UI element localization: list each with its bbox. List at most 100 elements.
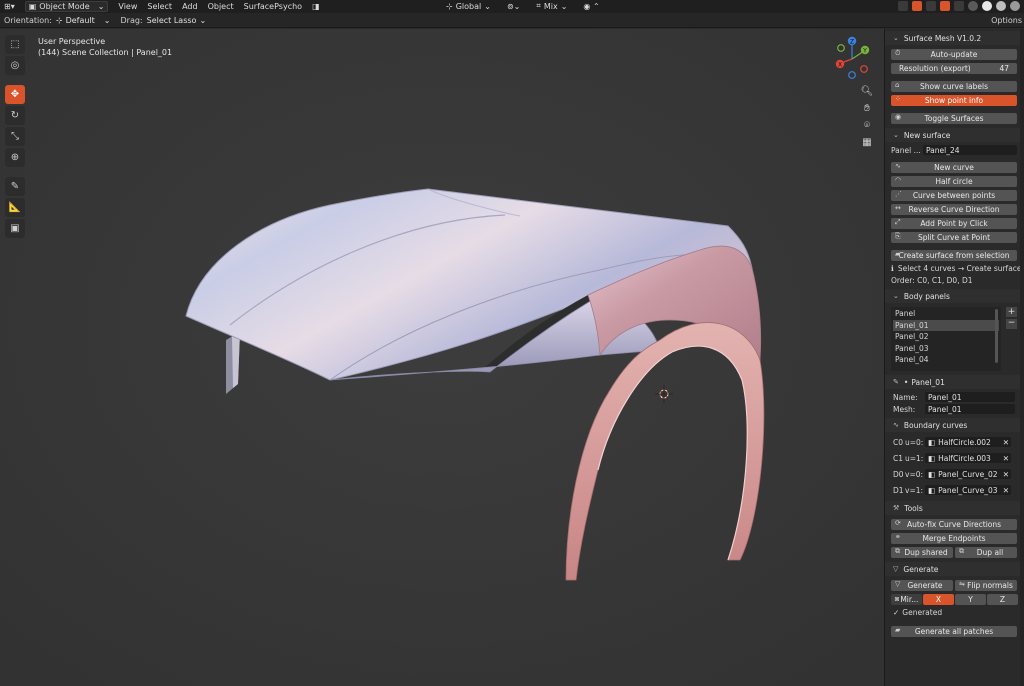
boundary-c1-field[interactable]: ◧ HalfCircle.003 ✕ [925,453,1011,463]
remove-panel-icon[interactable]: − [1006,319,1017,329]
camera-icon[interactable]: ⌾ [860,118,874,132]
selected-panel-header[interactable]: ✎ • Panel_01 [885,375,1024,389]
measure-tool-icon[interactable]: 📐 [5,198,25,217]
overlay-toggle-icon[interactable] [940,1,950,11]
visibility-icon[interactable] [898,1,908,11]
boundary-d0-field[interactable]: ◧ Panel_Curve_02 ✕ [925,469,1011,479]
xray-icon[interactable] [954,1,964,11]
menu-object[interactable]: Object [208,2,234,11]
select-hint: Select 4 curves → Create surface [897,263,1022,273]
proportional-edit-icon[interactable]: ◉ ⌃ [583,1,599,11]
show-curve-labels-button[interactable]: ⌂ Show curve labels [891,80,1017,92]
name-input[interactable]: Panel_01 [925,392,1015,402]
new-surface-section[interactable]: ⌄ New surface [885,128,1024,142]
curve-between-points-button[interactable]: ⋰ Curve between points [891,189,1017,201]
gizmo-toggle-icon[interactable] [912,1,922,11]
close-icon[interactable]: ✕ [1003,470,1009,479]
3d-viewport[interactable]: User Perspective (144) Scene Collection … [0,29,884,686]
close-icon[interactable]: ✕ [1003,438,1009,447]
resolution-field[interactable]: Resolution (export) 47 [891,62,1017,74]
orientation-dropdown[interactable]: ⊹ Default ⌄ [56,16,111,25]
half-circle-button[interactable]: ◠ Half circle [891,175,1017,187]
snap-icon: ⌗ [536,1,541,10]
curve-object-icon: ◧ [928,469,936,479]
mirror-y-toggle[interactable]: Y [955,593,986,605]
overlay-dropdown-icon[interactable] [926,1,936,11]
merge-endpoints-button[interactable]: ⚭ Merge Endpoints [891,532,1017,544]
list-item[interactable]: Panel_04 [893,354,999,366]
mesh-label: Mesh: [893,404,916,414]
boundary-row: D1 v=1: ◧ Panel_Curve_03 ✕ [893,485,1011,495]
dup-shared-button[interactable]: ⧉ Dup shared [891,546,953,558]
scale-tool-icon[interactable]: ⤡ [5,127,25,146]
list-scrollbar[interactable] [995,309,998,363]
flip-normals-button[interactable]: ⇋ Flip normals [955,579,1017,591]
add-point-by-click-button[interactable]: ⤢ Add Point by Click [891,217,1017,229]
mirror-z-toggle[interactable]: Z [987,593,1018,605]
mirror-x-toggle[interactable]: X [923,593,954,605]
arc-icon: ◠ [895,175,902,184]
add-panel-icon[interactable]: + [1006,307,1017,317]
snap-dropdown[interactable]: ⌗ Mix ⌄ [536,1,567,11]
pan-hand-icon[interactable]: ✋︎ [860,101,874,115]
options-button[interactable]: Options [991,16,1022,25]
split-curve-button[interactable]: ⎘ Split Curve at Point [891,231,1017,243]
info-icon: ℹ [891,263,894,273]
auto-fix-button[interactable]: ⟳ Auto-fix Curve Directions [891,518,1017,530]
navigation-gizmo[interactable]: Z Y X [833,35,873,81]
boundary-c0-field[interactable]: ◧ HalfCircle.002 ✕ [925,437,1011,447]
body-panels-section[interactable]: ⌄ Body panels [885,289,1024,303]
cursor-tool-icon[interactable]: ◎ [5,56,25,75]
car-body-model[interactable] [0,29,884,686]
list-item[interactable]: Panel_02 [893,331,999,343]
move-tool-icon[interactable]: ✥ [5,85,25,104]
boundary-curves-section[interactable]: ∿ Boundary curves [885,418,1024,432]
dup-all-button[interactable]: ⧉ Dup all [955,546,1017,558]
create-surface-button[interactable]: ▰ Create surface from selection [891,249,1017,261]
grid-perspective-icon[interactable]: ▦ [860,135,874,149]
zoom-icon[interactable]: 🔍︎ [860,84,874,98]
material-shading-icon[interactable] [996,1,1006,11]
pivot-icon[interactable]: ⊚⌄ [507,1,520,11]
duplicate-icon: ⧉ [895,546,900,555]
select-tool-icon[interactable]: ⬚ [5,35,25,54]
menu-select[interactable]: Select [147,2,172,11]
generate-section[interactable]: ▽ Generate [885,562,1024,576]
curve-object-icon: ◧ [928,453,936,463]
auto-update-button[interactable]: ⏱ Auto-update [891,48,1017,60]
close-icon[interactable]: ✕ [1003,486,1009,495]
mode-dropdown[interactable]: ▣ Object Mode ⌄ [24,1,109,12]
list-item[interactable]: Panel [893,308,999,320]
generate-icon: ▽ [895,579,901,588]
solid-shading-icon[interactable] [982,1,992,11]
annotate-tool-icon[interactable]: ✎ [5,177,25,196]
boundary-d1-field[interactable]: ◧ Panel_Curve_03 ✕ [925,485,1011,495]
rendered-shading-icon[interactable] [1010,1,1020,11]
generate-all-patches-button[interactable]: ▰ Generate all patches [891,625,1017,637]
close-icon[interactable]: ✕ [1003,454,1009,463]
list-item[interactable]: Panel_03 [893,343,999,355]
menu-surfacepsycho[interactable]: SurfacePsycho [244,2,302,11]
rotate-tool-icon[interactable]: ↻ [5,106,25,125]
mesh-input[interactable]: Panel_01 [925,404,1015,414]
panel-name-input[interactable]: Panel_24 [923,145,1017,155]
addon-header[interactable]: ⌄ Surface Mesh V1.0.2 [885,31,1024,45]
tool-settings-bar: Orientation: ⊹ Default ⌄ Drag: Select La… [0,13,1024,28]
transform-tool-icon[interactable]: ⊕ [5,148,25,167]
toggle-surfaces-button[interactable]: ◉ Toggle Surfaces [891,112,1017,124]
menu-add[interactable]: Add [182,2,198,11]
list-item[interactable]: Panel_01 [893,319,999,331]
tools-section[interactable]: ⚒ Tools [885,501,1024,515]
editor-type-icon[interactable]: ⊞▾ [4,2,15,11]
add-cube-tool-icon[interactable]: ▣ [5,219,25,238]
drag-dropdown[interactable]: Select Lasso ⌄ [147,16,207,25]
show-point-info-button[interactable]: ⁘ Show point info [891,94,1017,106]
reverse-curve-direction-button[interactable]: ↔ Reverse Curve Direction [891,203,1017,215]
wireframe-shading-icon[interactable] [968,1,978,11]
new-curve-button[interactable]: ∿ New curve [891,161,1017,173]
transform-orientation-dropdown[interactable]: ⊹ Global ⌄ [446,1,491,11]
panel-list[interactable]: Panel Panel_01 Panel_02 Panel_03 Panel_0… [891,307,1001,371]
menu-view[interactable]: View [118,2,137,11]
addon-pin-icon[interactable]: ◨ [312,2,320,11]
generate-button[interactable]: ▽ Generate [891,579,953,591]
